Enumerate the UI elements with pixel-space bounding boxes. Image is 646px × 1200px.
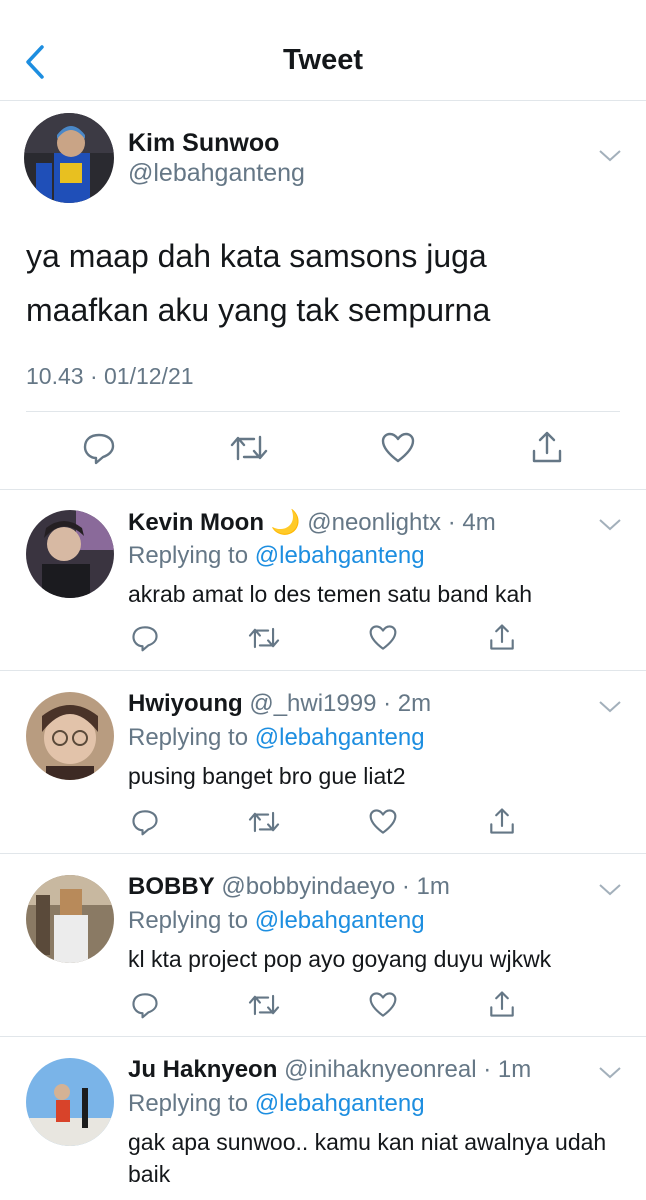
tweet-timestamp: 10.43 · 01/12/21 — [26, 363, 194, 389]
share-icon[interactable] — [488, 989, 516, 1019]
reply-text: akrab amat lo des temen satu band kah — [128, 581, 533, 607]
share-icon[interactable] — [488, 622, 516, 652]
replying-to: Replying to @lebahganteng — [128, 542, 425, 570]
reply-author-handle[interactable]: @neonlightx — [307, 509, 441, 536]
moon-emoji: 🌙 — [270, 509, 301, 536]
reply-bubble-icon[interactable] — [131, 624, 159, 652]
author-handle[interactable]: @lebahganteng — [128, 159, 305, 188]
replying-to-handle[interactable]: @lebahganteng — [255, 1090, 425, 1117]
reply-author-handle[interactable]: @_hwi1999 — [249, 690, 376, 717]
reply-author-name[interactable]: BOBBY — [128, 873, 215, 900]
heart-icon[interactable] — [369, 624, 397, 652]
share-icon[interactable] — [488, 806, 516, 836]
reply-header: Ju Haknyeon @inihaknyeonreal · 1m — [128, 1056, 531, 1084]
reply-time: · 4m — [447, 509, 496, 536]
main-tweet: Kim Sunwoo @lebahganteng ya maap dah kat… — [0, 101, 646, 490]
reply-tweet[interactable]: BOBBY @bobbyindaeyo · 1m Replying to @le… — [0, 855, 646, 1037]
reply-time: · 2m — [383, 690, 432, 717]
avatar[interactable] — [26, 875, 114, 963]
reply-author-name[interactable]: Kevin Moon — [128, 509, 264, 536]
replying-to-prefix: Replying to — [128, 542, 249, 569]
page-title: Tweet — [282, 44, 364, 76]
reply-author-name[interactable]: Ju Haknyeon — [128, 1056, 277, 1083]
reply-actions — [0, 808, 646, 838]
reply-header: Hwiyoung @_hwi1999 · 2m — [128, 690, 431, 718]
more-chevron-down-icon[interactable] — [598, 700, 622, 714]
more-chevron-down-icon[interactable] — [598, 1066, 622, 1080]
retweet-icon[interactable] — [230, 431, 268, 465]
reply-author-handle[interactable]: @bobbyindaeyo — [221, 873, 395, 900]
replying-to-handle[interactable]: @lebahganteng — [255, 907, 425, 934]
top-bar: Tweet — [0, 0, 646, 101]
more-chevron-down-icon[interactable] — [598, 518, 622, 532]
avatar[interactable] — [24, 113, 114, 203]
more-chevron-down-icon[interactable] — [598, 149, 622, 163]
retweet-icon[interactable] — [248, 624, 280, 652]
reply-text: pusing banget bro gue liat2 — [128, 763, 406, 789]
reply-tweet[interactable]: Kevin Moon 🌙 @neonlightx · 4m Replying t… — [0, 490, 646, 671]
retweet-icon[interactable] — [248, 991, 280, 1019]
tweet-text-line: maafkan aku yang tak sempurna — [26, 292, 491, 328]
avatar[interactable] — [26, 692, 114, 780]
reply-text: gak apa sunwoo.. kamu kan niat awalnya u… — [128, 1129, 607, 1187]
reply-tweet[interactable]: Hwiyoung @_hwi1999 · 2m Replying to @leb… — [0, 672, 646, 854]
replying-to: Replying to @lebahganteng — [128, 907, 425, 935]
avatar[interactable] — [26, 1058, 114, 1146]
heart-icon[interactable] — [369, 808, 397, 836]
author-name[interactable]: Kim Sunwoo — [128, 129, 279, 158]
replying-to: Replying to @lebahganteng — [128, 1090, 425, 1118]
retweet-icon[interactable] — [248, 808, 280, 836]
reply-bubble-icon[interactable] — [131, 808, 159, 836]
more-chevron-down-icon[interactable] — [598, 883, 622, 897]
reply-text: kl kta project pop ayo goyang duyu wjkwk — [128, 946, 552, 972]
reply-author-name[interactable]: Hwiyoung — [128, 690, 243, 717]
replying-to-prefix: Replying to — [128, 724, 249, 751]
replying-to-prefix: Replying to — [128, 907, 249, 934]
reply-bubble-icon[interactable] — [82, 431, 116, 465]
tweet-text: ya maap dah kata samsons juga maafkan ak… — [26, 229, 626, 337]
heart-icon[interactable] — [369, 991, 397, 1019]
replying-to-handle[interactable]: @lebahganteng — [255, 542, 425, 569]
avatar[interactable] — [26, 510, 114, 598]
heart-icon[interactable] — [381, 431, 415, 465]
reply-header: Kevin Moon 🌙 @neonlightx · 4m — [128, 508, 496, 537]
reply-bubble-icon[interactable] — [131, 991, 159, 1019]
tweet-text-line: ya maap dah kata samsons juga — [26, 238, 487, 274]
reply-time: · 1m — [483, 1056, 532, 1083]
reply-header: BOBBY @bobbyindaeyo · 1m — [128, 873, 450, 901]
reply-tweet[interactable]: Ju Haknyeon @inihaknyeonreal · 1m Replyi… — [0, 1038, 646, 1200]
replying-to-prefix: Replying to — [128, 1090, 249, 1117]
replying-to-handle[interactable]: @lebahganteng — [255, 724, 425, 751]
reply-actions — [0, 991, 646, 1021]
share-icon[interactable] — [530, 429, 564, 465]
replying-to: Replying to @lebahganteng — [128, 724, 425, 752]
reply-actions — [0, 624, 646, 654]
reply-author-handle[interactable]: @inihaknyeonreal — [284, 1056, 476, 1083]
tweet-actions — [0, 431, 646, 471]
divider — [26, 411, 620, 412]
reply-time: · 1m — [401, 873, 450, 900]
